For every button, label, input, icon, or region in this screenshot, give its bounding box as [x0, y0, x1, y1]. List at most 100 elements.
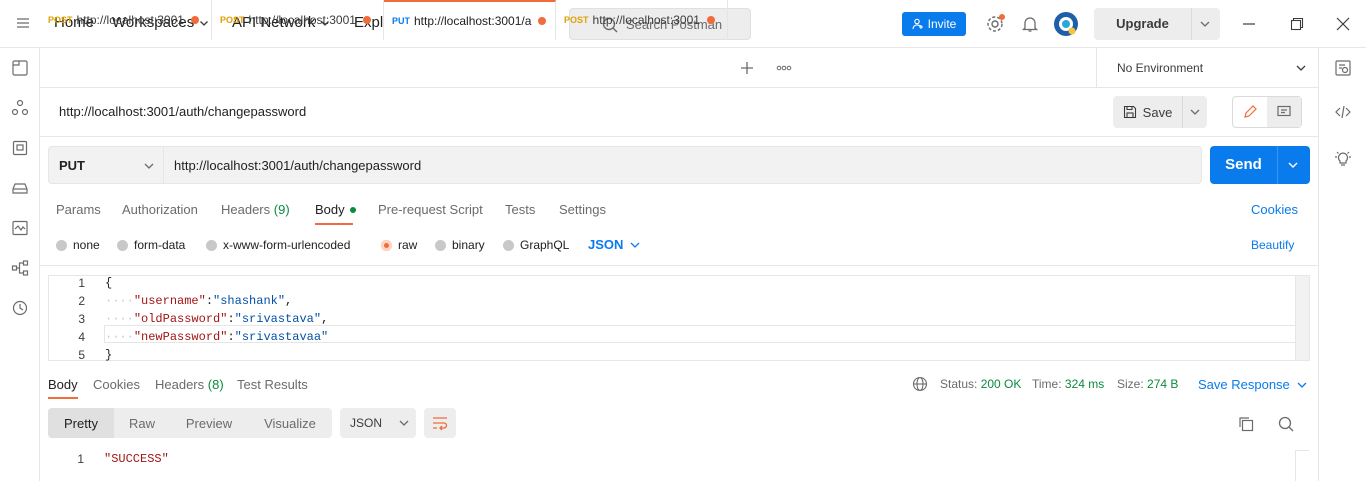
radio-none[interactable]: none — [56, 238, 100, 252]
view-mode-preview[interactable]: Preview — [170, 408, 248, 438]
flows-icon[interactable] — [11, 259, 29, 277]
avatar[interactable] — [1053, 11, 1079, 37]
unsaved-dot — [706, 16, 715, 24]
view-mode-pretty[interactable]: Pretty — [48, 408, 114, 438]
mock-servers-icon[interactable] — [11, 179, 29, 197]
divider — [40, 265, 1318, 266]
search-icon[interactable] — [1277, 415, 1295, 433]
more-tabs-icon[interactable] — [776, 61, 792, 75]
radio-circle — [56, 239, 67, 251]
code-icon[interactable] — [1334, 103, 1352, 121]
request-body-editor[interactable]: 1 2 3 4 5 { ····"username":"shashank", ·… — [48, 275, 1310, 362]
tab-authorization-label: Authorization — [122, 202, 198, 217]
response-time[interactable]: Time: 324 ms — [1032, 377, 1104, 391]
response-tab-headers[interactable]: Headers (8) — [155, 377, 224, 392]
new-tab-icon[interactable] — [740, 61, 754, 75]
radio-circle-selected — [381, 239, 392, 251]
line-number: 2 — [78, 294, 85, 308]
restore-icon[interactable] — [1290, 17, 1304, 31]
response-tab-test-results[interactable]: Test Results — [237, 377, 308, 392]
request-tab[interactable]: POST http://localhost:3001 — [556, 0, 728, 40]
tab-settings[interactable]: Settings — [559, 202, 606, 217]
response-body[interactable]: "SUCCESS" — [104, 452, 169, 466]
chevron-down-icon — [1296, 65, 1306, 71]
method-selector[interactable]: PUT — [48, 146, 164, 184]
time-label: Time: — [1032, 377, 1062, 391]
response-scrollbar[interactable] — [1295, 450, 1309, 481]
invite-button[interactable]: Invite — [902, 12, 966, 36]
tab-headers[interactable]: Headers (9) — [221, 202, 290, 217]
monitors-icon[interactable] — [11, 219, 29, 237]
tab-body-label: Body — [315, 202, 345, 217]
response-size[interactable]: Size: 274 B — [1117, 377, 1178, 391]
request-tab-active[interactable]: PUT http://localhost:3001/a — [384, 0, 556, 40]
response-format-label: JSON — [350, 416, 383, 430]
close-icon[interactable] — [1336, 17, 1350, 31]
line-number: 4 — [78, 330, 85, 344]
radio-binary[interactable]: binary — [435, 238, 485, 252]
upgrade-label: Upgrade — [1094, 8, 1192, 40]
lightbulb-icon[interactable] — [1334, 150, 1352, 168]
response-tab-body-label: Body — [48, 377, 78, 392]
apis-icon[interactable] — [11, 99, 29, 117]
copy-icon[interactable] — [1237, 415, 1255, 433]
environments-icon[interactable] — [11, 139, 29, 157]
radio-raw[interactable]: raw — [381, 238, 417, 252]
view-mode-visualize[interactable]: Visualize — [248, 408, 332, 438]
response-view-modes: Pretty Raw Preview Visualize — [48, 408, 332, 438]
save-button[interactable]: Save — [1113, 96, 1207, 128]
bell-icon[interactable] — [1021, 15, 1039, 33]
tab-authorization[interactable]: Authorization — [122, 202, 198, 217]
unsaved-dot — [538, 17, 547, 25]
environment-label: No Environment — [1117, 60, 1204, 75]
response-status[interactable]: Status: 200 OK — [940, 377, 1021, 391]
beautify-link[interactable]: Beautify — [1251, 238, 1294, 252]
view-mode-raw[interactable]: Raw — [114, 408, 170, 438]
response-tab-body[interactable]: Body — [48, 377, 78, 392]
chevron-down-icon — [144, 163, 154, 169]
globe-icon[interactable] — [912, 376, 928, 392]
cookies-link[interactable]: Cookies — [1251, 202, 1298, 217]
edit-comment-toggle[interactable] — [1232, 96, 1302, 128]
url-input[interactable] — [164, 146, 1202, 184]
view-mode-label: Raw — [128, 415, 155, 431]
environment-selector[interactable]: No Environment — [1096, 48, 1318, 88]
chevron-down-icon — [399, 420, 409, 426]
upgrade-button[interactable]: Upgrade — [1094, 8, 1220, 40]
status-label: Status: — [940, 377, 978, 391]
collections-icon[interactable] — [11, 59, 29, 77]
radio-form-data[interactable]: form-data — [117, 238, 185, 252]
response-format-selector[interactable]: JSON — [340, 408, 416, 438]
environment-quick-look-icon[interactable] — [1334, 59, 1352, 77]
request-title[interactable]: http://localhost:3001/auth/changepasswor… — [59, 104, 306, 119]
save-response-label: Save Response — [1198, 377, 1290, 392]
settings-icon[interactable] — [985, 14, 1005, 34]
radio-graphql[interactable]: GraphQL — [503, 238, 569, 252]
tab-body[interactable]: Body — [315, 202, 356, 217]
tab-pre-request-script[interactable]: Pre-request Script — [378, 202, 483, 217]
chevron-down-icon[interactable] — [1286, 158, 1300, 172]
unsaved-dot — [190, 16, 199, 24]
current-line-highlight — [104, 325, 1296, 343]
invite-label: Invite — [927, 17, 957, 31]
radio-x-www-form-urlencoded[interactable]: x-www-form-urlencoded — [206, 238, 350, 252]
response-headers-count: (8) — [207, 377, 224, 392]
comments-button[interactable] — [1267, 97, 1301, 127]
chevron-down-icon[interactable] — [1198, 17, 1212, 31]
send-button[interactable]: Send — [1210, 146, 1310, 184]
request-tab[interactable]: POST http://localhost:3001 — [212, 0, 384, 40]
editor-scrollbar[interactable] — [1295, 276, 1309, 360]
request-tab[interactable]: POST http://localhost:3001 — [40, 0, 212, 40]
history-icon[interactable] — [11, 299, 29, 317]
tab-tests[interactable]: Tests — [505, 202, 535, 217]
minimize-icon[interactable] — [1242, 17, 1256, 31]
menu-icon[interactable] — [16, 16, 30, 30]
wrap-lines-button[interactable] — [424, 408, 456, 438]
body-format-selector[interactable]: JSON — [588, 237, 641, 252]
tab-params-label: Params — [56, 202, 101, 217]
response-tab-cookies[interactable]: Cookies — [93, 377, 140, 392]
save-response-button[interactable]: Save Response — [1198, 377, 1308, 392]
chevron-down-icon[interactable] — [1189, 106, 1201, 118]
tab-params[interactable]: Params — [56, 202, 101, 217]
edit-mode-button[interactable] — [1233, 97, 1267, 127]
